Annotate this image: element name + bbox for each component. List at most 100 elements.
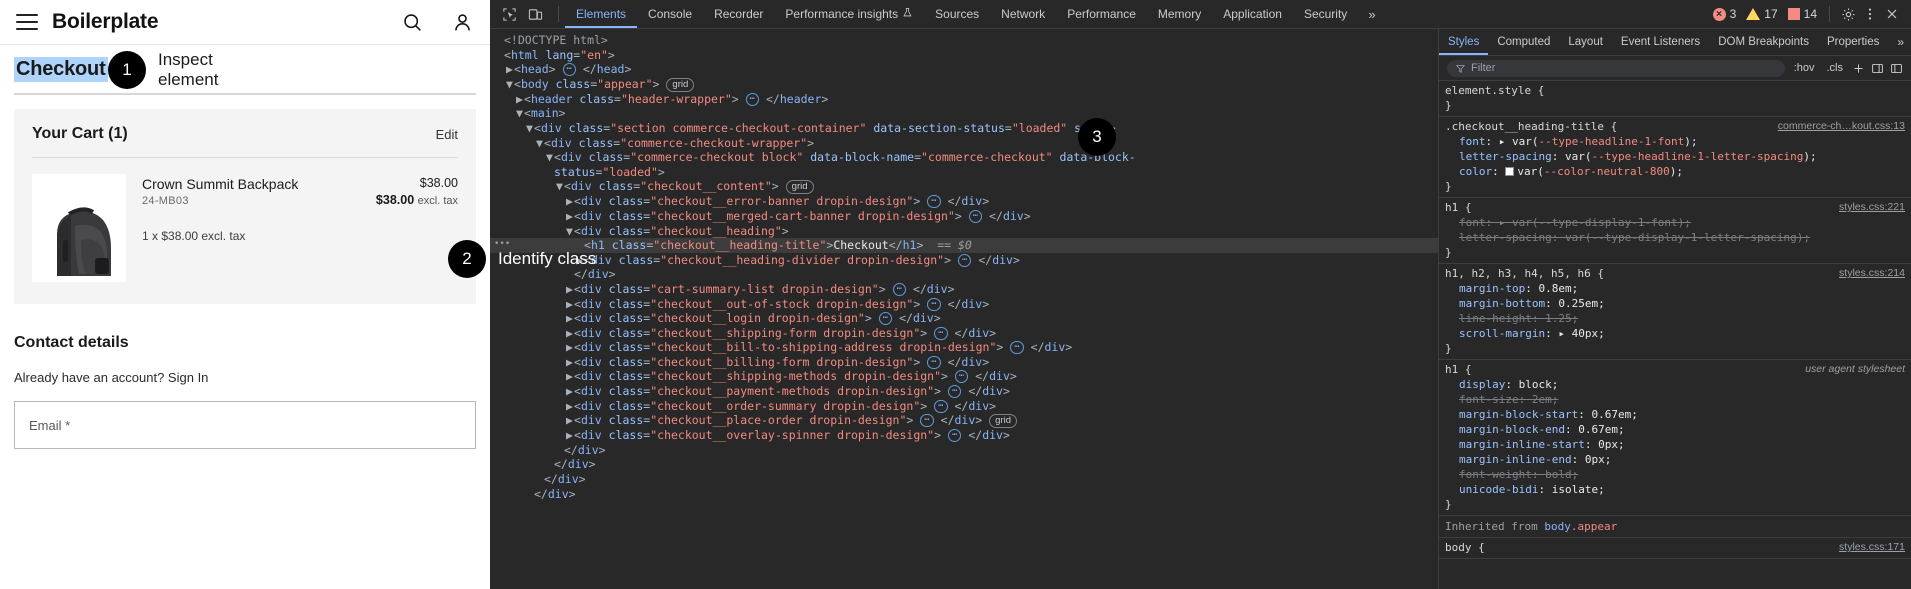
dom-node[interactable]: ▶<div class="checkout__login dropin-desi…: [490, 311, 1438, 326]
styles-filter-input[interactable]: Filter: [1447, 59, 1785, 77]
css-declaration[interactable]: font: ▸ var(--type-display-1-font);: [1439, 215, 1911, 230]
twisty-closed-icon[interactable]: ▶: [566, 194, 574, 209]
cart-edit-button[interactable]: Edit: [436, 127, 458, 142]
dom-node[interactable]: </div>: [490, 472, 1438, 487]
dom-node[interactable]: ▶<div class="checkout__overlay-spinner d…: [490, 428, 1438, 443]
css-value[interactable]: ▸ var(--type-display-1-font);: [1499, 216, 1691, 229]
devtools-tab-network[interactable]: Network: [990, 0, 1056, 28]
email-field[interactable]: Email *: [14, 401, 476, 449]
devtools-tab-security[interactable]: Security: [1293, 0, 1358, 28]
twisty-closed-icon[interactable]: ▶: [566, 326, 574, 341]
css-declaration[interactable]: margin-inline-start: 0px;: [1439, 437, 1911, 452]
css-value[interactable]: 2em;: [1532, 393, 1559, 406]
twisty-open-icon[interactable]: ▼: [506, 77, 514, 92]
styles-more-tabs-button[interactable]: »: [1890, 29, 1911, 55]
css-declaration[interactable]: margin-top: 0.8em;: [1439, 281, 1911, 296]
twisty-closed-icon[interactable]: ▶: [566, 311, 574, 326]
twisty-closed-icon[interactable]: ▶: [566, 297, 574, 312]
dom-node[interactable]: ▶<div class="checkout__out-of-stock drop…: [490, 297, 1438, 312]
dom-tree-pane[interactable]: <!DOCTYPE html> <html lang="en"> ▶<head> …: [490, 29, 1438, 589]
inspect-element-icon[interactable]: [498, 4, 520, 24]
css-rule[interactable]: styles.css:171 body {: [1439, 538, 1911, 559]
styles-tab-layout[interactable]: Layout: [1559, 29, 1612, 55]
css-value[interactable]: isolate;: [1552, 483, 1605, 496]
css-declaration[interactable]: font-size: 2em;: [1439, 392, 1911, 407]
css-rule[interactable]: styles.css:221 h1 {font: ▸ var(--type-dis…: [1439, 198, 1911, 264]
twisty-closed-icon[interactable]: ▶: [566, 282, 574, 297]
css-selector[interactable]: element.style {: [1439, 83, 1911, 98]
css-rule-source[interactable]: styles.css:171: [1839, 540, 1905, 555]
twisty-closed-icon[interactable]: ▶: [566, 355, 574, 370]
dom-node[interactable]: ▶<div class="checkout__billing-form drop…: [490, 355, 1438, 370]
dom-node[interactable]: ▼<div class="commerce-checkout block" da…: [490, 150, 1438, 165]
twisty-closed-icon[interactable]: ▶: [566, 369, 574, 384]
twisty-open-icon[interactable]: ▼: [546, 150, 554, 165]
warning-counter[interactable]: 17: [1741, 7, 1782, 21]
plus-icon[interactable]: [1852, 62, 1865, 75]
dom-node[interactable]: ▼<main>: [490, 106, 1438, 121]
css-declaration[interactable]: line-height: 1.25;: [1439, 311, 1911, 326]
styles-rules-list[interactable]: element.style {} commerce-ch…kout.css:13.…: [1439, 81, 1911, 589]
css-value[interactable]: block;: [1519, 378, 1559, 391]
css-declaration[interactable]: margin-block-end: 0.67em;: [1439, 422, 1911, 437]
css-rule[interactable]: commerce-ch…kout.css:13 .checkout__headin…: [1439, 117, 1911, 198]
more-tabs-button[interactable]: »: [1358, 0, 1385, 28]
css-value[interactable]: 1.25;: [1545, 312, 1578, 325]
css-value[interactable]: var(--type-display-1-letter-spacing);: [1565, 231, 1810, 244]
dom-node[interactable]: ▶<div class="checkout__shipping-methods …: [490, 369, 1438, 384]
css-value[interactable]: 0.25em;: [1558, 297, 1604, 310]
hov-toggle[interactable]: :hov: [1791, 62, 1818, 74]
css-declaration[interactable]: font-weight: bold;: [1439, 467, 1911, 482]
dom-node[interactable]: ▶<div class="checkout__bill-to-shipping-…: [490, 340, 1438, 355]
css-value[interactable]: bold;: [1545, 468, 1578, 481]
styles-tab-event-listeners[interactable]: Event Listeners: [1612, 29, 1709, 55]
dom-node[interactable]: ▼<div class="checkout__heading">: [490, 224, 1438, 239]
css-rule-source[interactable]: styles.css:221: [1839, 200, 1905, 215]
twisty-closed-icon[interactable]: ▶: [566, 413, 574, 428]
issues-counter[interactable]: 14: [1783, 7, 1822, 21]
css-rule[interactable]: styles.css:214 h1, h2, h3, h4, h5, h6 {ma…: [1439, 264, 1911, 360]
twisty-open-icon[interactable]: ▼: [566, 224, 574, 239]
dom-node[interactable]: ▶<header class="header-wrapper"> ⋯ </hea…: [490, 92, 1438, 107]
css-declaration[interactable]: display: block;: [1439, 377, 1911, 392]
devtools-tab-memory[interactable]: Memory: [1147, 0, 1212, 28]
gear-icon[interactable]: [1837, 4, 1859, 24]
twisty-closed-icon[interactable]: ▶: [506, 62, 514, 77]
css-declaration[interactable]: font: ▸ var(--type-headline-1-font);: [1439, 134, 1911, 149]
css-declaration[interactable]: unicode-bidi: isolate;: [1439, 482, 1911, 497]
dom-node[interactable]: ▼<div class="section commerce-checkout-c…: [490, 121, 1438, 136]
styles-tab-dom-breakpoints[interactable]: DOM Breakpoints: [1709, 29, 1818, 55]
dom-node[interactable]: ▶<div class="checkout__error-banner drop…: [490, 194, 1438, 209]
css-rule[interactable]: element.style {}: [1439, 81, 1911, 117]
dom-node[interactable]: </div>: [490, 443, 1438, 458]
dom-node[interactable]: </div>: [490, 487, 1438, 502]
twisty-closed-icon[interactable]: ▶: [566, 209, 574, 224]
styles-tab-computed[interactable]: Computed: [1488, 29, 1559, 55]
css-value[interactable]: var(--color-neutral-800);: [1517, 165, 1683, 178]
devtools-tab-performance-insights[interactable]: Performance insights: [774, 0, 924, 28]
dom-node[interactable]: <html lang="en">: [490, 48, 1438, 63]
devtools-tab-application[interactable]: Application: [1212, 0, 1293, 28]
css-value[interactable]: 0px;: [1598, 438, 1625, 451]
inherited-class[interactable]: .appear: [1571, 520, 1617, 533]
twisty-closed-icon[interactable]: ▶: [566, 399, 574, 414]
devtools-tab-recorder[interactable]: Recorder: [703, 0, 774, 28]
twisty-closed-icon[interactable]: ▶: [566, 384, 574, 399]
dom-node[interactable]: </div>: [490, 457, 1438, 472]
devtools-tab-performance[interactable]: Performance: [1056, 0, 1147, 28]
kebab-menu-icon[interactable]: [1859, 4, 1881, 24]
css-value[interactable]: ▸ 40px;: [1558, 327, 1604, 340]
dom-node[interactable]: ▶<div class="checkout__shipping-form dro…: [490, 326, 1438, 341]
dom-node[interactable]: ▶<div class="checkout__order-summary dro…: [490, 399, 1438, 414]
twisty-closed-icon[interactable]: ▶: [566, 428, 574, 443]
device-toolbar-icon[interactable]: [524, 4, 546, 24]
css-value[interactable]: 0.67em;: [1591, 408, 1637, 421]
css-declaration[interactable]: color: var(--color-neutral-800);: [1439, 164, 1911, 179]
dom-node[interactable]: ▼<body class="appear"> grid: [490, 77, 1438, 92]
computed-panel-icon[interactable]: [1871, 62, 1884, 75]
cls-toggle[interactable]: .cls: [1824, 62, 1847, 74]
css-declaration[interactable]: margin-bottom: 0.25em;: [1439, 296, 1911, 311]
twisty-closed-icon[interactable]: ▶: [566, 340, 574, 355]
dom-node[interactable]: ▶<div class="checkout__merged-cart-banne…: [490, 209, 1438, 224]
dom-node[interactable]: status="loaded">: [490, 165, 1438, 180]
